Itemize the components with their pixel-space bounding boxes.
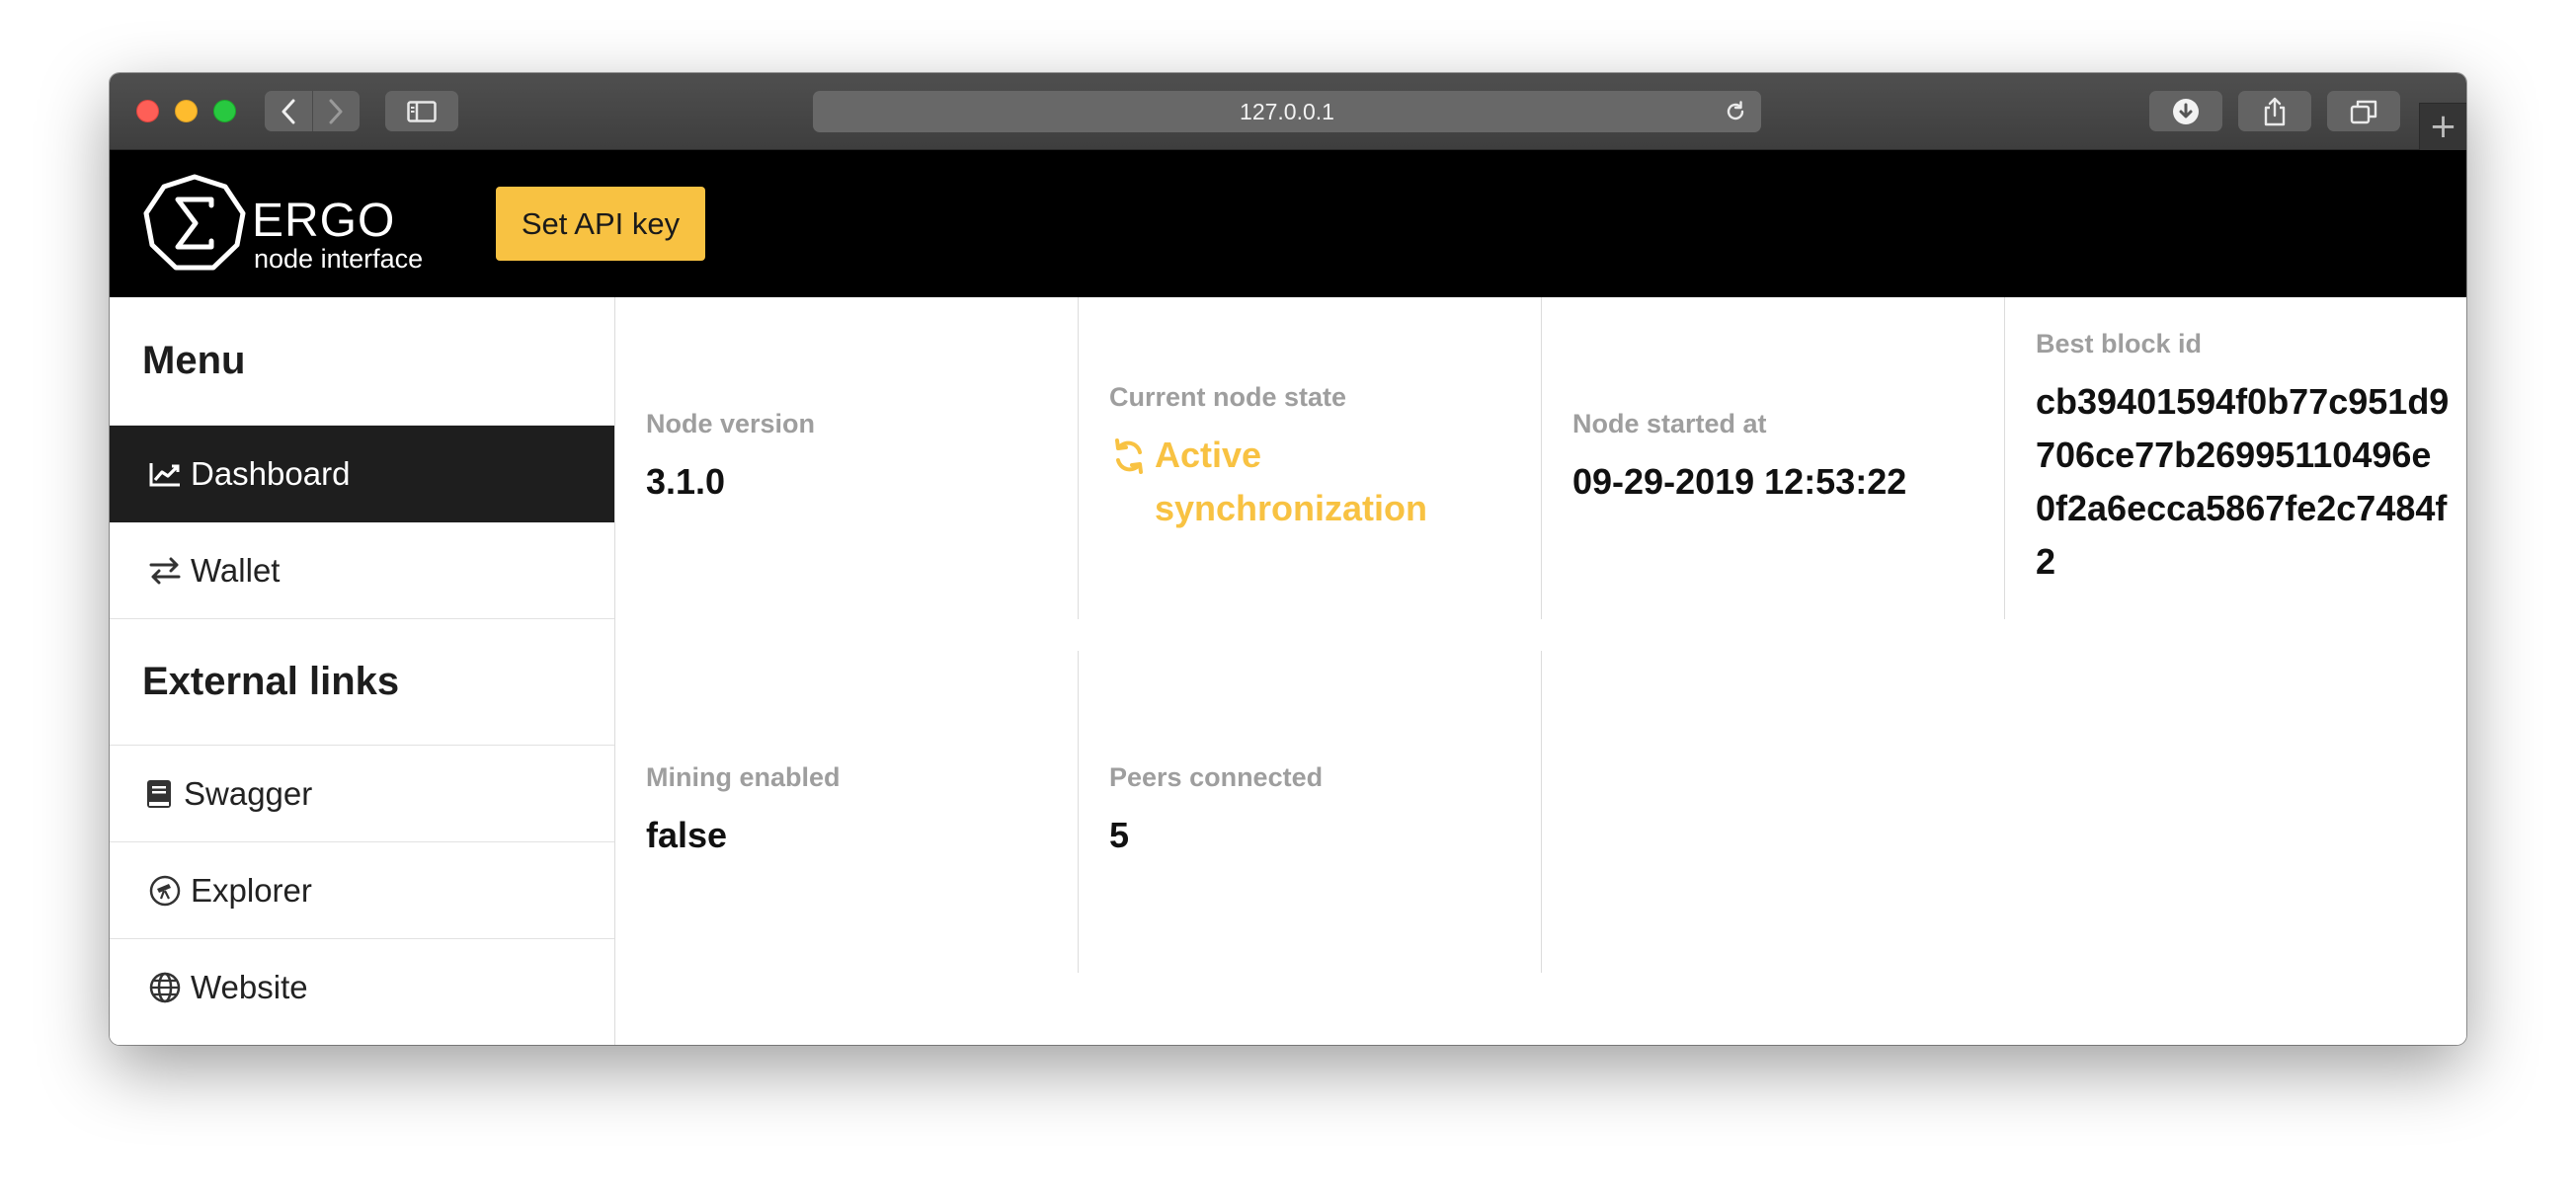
- node-version-card: Node version 3.1.0: [615, 297, 1079, 619]
- share-icon: [2264, 97, 2286, 125]
- chevron-left-icon: [282, 99, 295, 123]
- best-block-card: Best block id cb39401594f0b77c951d9706ce…: [2005, 297, 2466, 619]
- telescope-icon: [149, 875, 183, 906]
- node-state-text: Active synchronization: [1155, 434, 1428, 528]
- zoom-window-button[interactable]: [213, 100, 236, 122]
- mining-card: Mining enabled false: [615, 651, 1079, 973]
- best-block-label: Best block id: [2036, 328, 2203, 358]
- history-nav: [265, 91, 360, 131]
- sidebar-item-label: Explorer: [191, 871, 312, 909]
- globe-icon: [149, 972, 183, 1003]
- external-links-heading: External links: [110, 619, 614, 746]
- back-button[interactable]: [265, 91, 312, 131]
- chart-line-icon: [149, 459, 183, 489]
- sidebar-item-swagger[interactable]: Swagger: [110, 746, 614, 842]
- close-window-button[interactable]: [136, 100, 159, 122]
- page: ERGO node interface Set API key Menu Das…: [110, 150, 2466, 1045]
- tabs-overview-button[interactable]: [2327, 91, 2400, 131]
- minimize-window-button[interactable]: [175, 100, 198, 122]
- sidebar-item-dashboard[interactable]: Dashboard: [110, 426, 614, 522]
- forward-button[interactable]: [313, 91, 361, 131]
- sidebar: Menu Dashboard Wallet External links Swa…: [110, 297, 615, 1045]
- new-tab-button[interactable]: +: [2419, 103, 2466, 150]
- sidebar-item-wallet[interactable]: Wallet: [110, 522, 614, 619]
- set-api-key-button[interactable]: Set API key: [496, 187, 705, 261]
- dashboard-grid: Node version 3.1.0 Current node state Ac…: [615, 297, 2466, 1045]
- share-button[interactable]: [2238, 91, 2311, 131]
- sidebar-item-website[interactable]: Website: [110, 939, 614, 1036]
- address-bar[interactable]: 127.0.0.1: [813, 91, 1761, 132]
- book-icon: [146, 779, 176, 809]
- tabs-icon: [2350, 100, 2377, 123]
- app-header: ERGO node interface Set API key: [110, 150, 2466, 297]
- reload-icon[interactable]: [1724, 100, 1747, 129]
- sidebar-item-label: Wallet: [191, 551, 281, 589]
- node-version-label: Node version: [646, 408, 816, 438]
- peers-value: 5: [1109, 814, 1130, 855]
- node-started-label: Node started at: [1572, 408, 1767, 438]
- mining-value: false: [646, 814, 728, 855]
- downloads-button[interactable]: [2149, 91, 2222, 131]
- sidebar-item-label: Website: [191, 969, 308, 1005]
- url-text: 127.0.0.1: [1240, 98, 1334, 124]
- node-state-card: Current node state Active synchronizatio…: [1079, 297, 1542, 619]
- sync-icon: [1115, 437, 1143, 474]
- node-state-value: Active synchronization: [1109, 429, 1541, 535]
- mining-label: Mining enabled: [646, 761, 841, 792]
- exchange-arrows-icon: [149, 556, 183, 586]
- brand-name: ERGO: [252, 195, 396, 247]
- node-state-label: Current node state: [1109, 381, 1347, 412]
- browser-toolbar: 127.0.0.1 +: [110, 73, 2466, 150]
- sidebar-icon: [407, 100, 437, 122]
- plus-icon: +: [2429, 107, 2457, 146]
- chevron-right-icon: [329, 99, 343, 123]
- ergo-logo-icon: [143, 174, 246, 271]
- best-block-value: cb39401594f0b77c951d9706ce77b26995110496…: [2036, 380, 2450, 582]
- sidebar-item-label: Dashboard: [191, 454, 351, 492]
- download-icon: [2173, 98, 2199, 124]
- peers-card: Peers connected 5: [1079, 651, 1542, 973]
- sidebar-item-explorer[interactable]: Explorer: [110, 842, 614, 939]
- peers-label: Peers connected: [1109, 761, 1324, 792]
- node-version-value: 3.1.0: [646, 460, 726, 502]
- browser-window: 127.0.0.1 + ERGO node interface Set API …: [110, 73, 2466, 1045]
- menu-heading: Menu: [110, 297, 614, 426]
- sidebar-item-label: Swagger: [184, 774, 313, 812]
- node-started-card: Node started at 09-29-2019 12:53:22: [1542, 297, 2005, 619]
- node-started-value: 09-29-2019 12:53:22: [1572, 460, 1907, 502]
- brand-subtitle: node interface: [254, 244, 424, 274]
- sidebar-toggle-button[interactable]: [385, 91, 458, 131]
